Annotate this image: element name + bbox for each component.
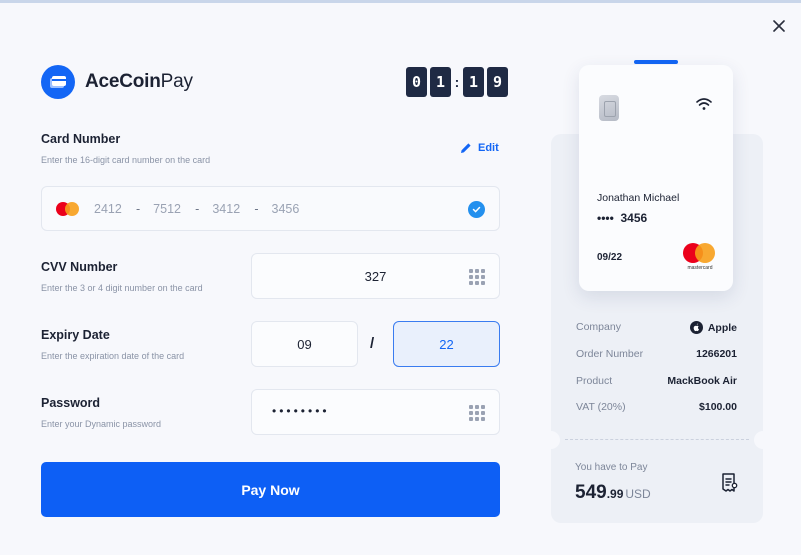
card-holder-name: Jonathan Michael [597,192,680,204]
card-expiry: 09/22 [597,252,623,263]
edit-button[interactable]: Edit [460,142,499,154]
brand-name-light: Pay [160,71,193,92]
order-row-company: Company Apple [576,321,737,334]
expiry-month-input[interactable]: 09 [251,321,358,367]
mastercard-icon [56,201,80,216]
card-segment: 3412 [212,201,241,216]
card-masked-number: •••• 3456 [597,211,647,225]
brand-name: AceCoinPay [85,71,193,93]
expiry-year-input[interactable]: 22 [393,321,500,367]
payment-window: AceCoinPay 0 1 : 1 9 Card Number Enter t… [0,0,801,555]
total-whole: 549 [575,482,607,503]
chip-icon [599,95,619,121]
pencil-icon [461,143,471,153]
cvv-label: CVV Number [41,260,118,274]
order-value: Apple [689,321,737,334]
card-segment: 3456 [271,201,300,216]
receipt-divider [565,439,749,440]
order-value-text: Apple [707,321,737,334]
card-number-label: Card Number [41,132,121,146]
card-number-help: Enter the 16-digit card number on the ca… [41,155,211,165]
total-cents: .99 [606,487,624,501]
edit-label: Edit [478,142,499,154]
card-number-field[interactable]: 2412 - 7512 - 3412 - 3456 [41,186,500,231]
expiry-year-value: 22 [439,336,454,352]
card-separator: - [136,201,141,216]
timer-digit: 9 [487,67,508,97]
total-amount: 549.99 USD [575,482,651,504]
card-segment: 2412 [94,201,122,216]
order-key: Order Number [576,348,644,360]
expiry-help: Enter the expiration date of the card [41,351,185,361]
expiry-separator: / [370,335,375,352]
password-value: •••••••• [272,404,330,418]
expiry-label: Expiry Date [41,328,110,342]
pay-now-button[interactable]: Pay Now [41,462,500,517]
order-row-product: Product MackBook Air [576,375,737,387]
order-row-number: Order Number 1266201 [576,348,737,360]
credit-card-preview: Jonathan Michael •••• 3456 09/22 masterc… [579,65,733,291]
card-separator: - [254,201,259,216]
password-label: Password [41,396,101,410]
close-button[interactable] [766,13,792,39]
close-icon [773,20,785,32]
card-accent-bar [634,60,678,64]
brand: AceCoinPay [41,65,193,99]
card-masked-dots: •••• [597,211,614,225]
brand-name-bold: AceCoin [85,71,161,92]
card-last4: 3456 [620,211,648,225]
mastercard-text: mastercard [687,265,713,271]
timer-colon: : [454,74,460,90]
receipt-icon[interactable] [720,473,738,493]
timer-digit: 1 [430,67,451,97]
keypad-icon[interactable] [469,405,485,421]
order-key: Company [576,321,621,333]
total-currency: USD [625,487,651,501]
card-separator: - [195,201,200,216]
card-segment: 7512 [153,201,181,216]
timer-digit: 1 [463,67,484,97]
receipt-notch [754,431,772,449]
mastercard-logo: mastercard [683,243,717,271]
cvv-value: 327 [364,268,387,284]
contactless-icon [696,98,712,110]
order-value: $100.00 [699,401,737,413]
order-value: MackBook Air [667,375,737,387]
order-value: 1266201 [696,348,737,360]
card-logo-icon [41,65,75,99]
countdown-timer: 0 1 : 1 9 [406,67,508,97]
order-row-vat: VAT (20%) $100.00 [576,401,737,413]
total-label: You have to Pay [575,462,648,473]
cvv-input[interactable]: 327 [251,253,500,299]
cvv-help: Enter the 3 or 4 digit number on the car… [41,283,203,293]
order-key: Product [576,375,613,387]
timer-digit: 0 [406,67,427,97]
keypad-icon[interactable] [469,269,485,285]
expiry-month-value: 09 [297,336,312,352]
apple-icon [689,321,703,334]
password-help: Enter your Dynamic password [41,419,162,429]
order-key: VAT (20%) [576,401,626,413]
verified-check-icon [468,201,485,218]
receipt-notch [542,431,560,449]
